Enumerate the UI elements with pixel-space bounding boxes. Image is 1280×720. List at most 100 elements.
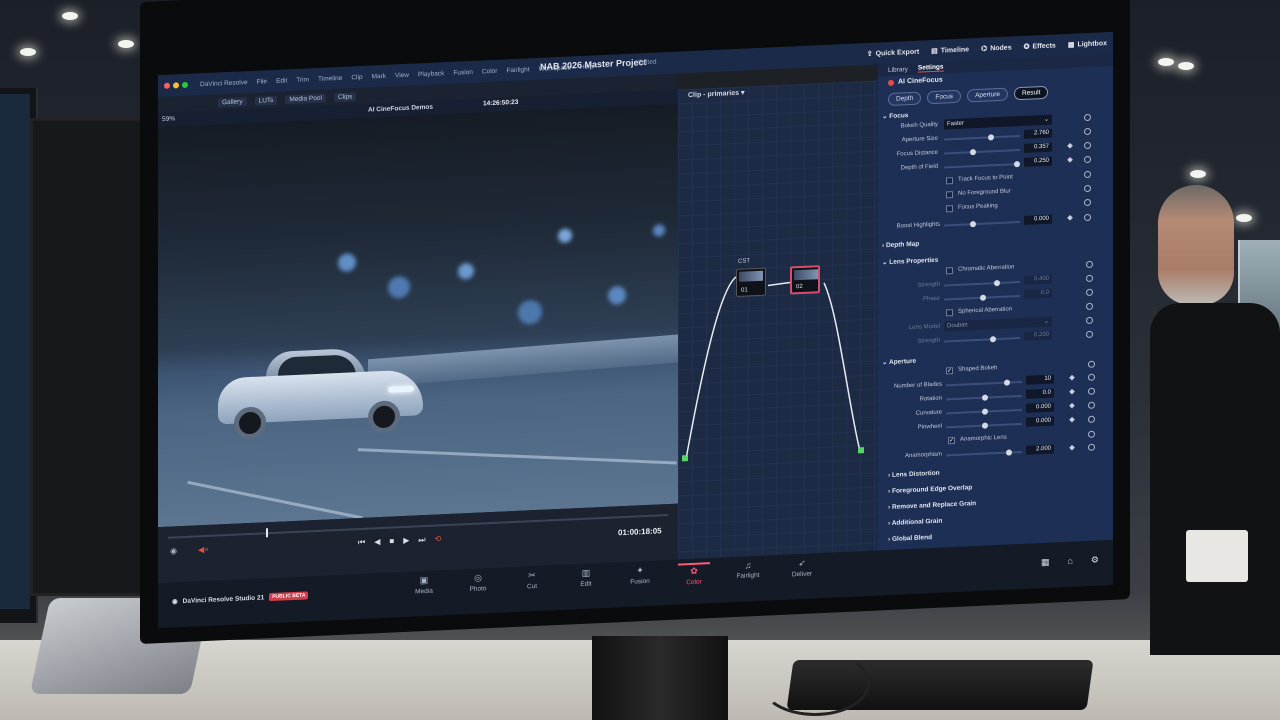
enable-dot-icon[interactable] [888,79,894,86]
clips-button[interactable]: Clips [333,91,357,102]
curvature-value[interactable]: 0.000 [1026,402,1054,413]
menu-item-clip[interactable]: Clip [351,73,362,81]
section-remove-replace-grain[interactable]: › Remove and Replace Grain [888,500,976,511]
play-icon[interactable]: ▶ [403,536,409,546]
keyframe-icon[interactable] [1069,402,1075,409]
page-fusion[interactable]: ✦ Fusion [624,565,656,589]
track-focus-checkbox[interactable] [946,177,953,185]
page-color[interactable]: ✿ Color [678,562,710,587]
gear-icon[interactable]: ⚙ [1091,554,1099,565]
section-global-blend[interactable]: › Global Blend [888,534,932,543]
project-manager-icon[interactable]: ▦ [1041,557,1050,568]
boost-highlights-slider[interactable] [944,221,1020,228]
rotation-value[interactable]: 0.0 [1026,388,1054,399]
focus-distance-slider[interactable] [944,149,1020,156]
menu-item-edit[interactable]: Edit [276,77,287,85]
minimize-window-button[interactable] [173,82,179,89]
luts-button[interactable]: LUTs [254,95,278,106]
menu-item-fusion[interactable]: Fusion [453,68,473,76]
reset-icon[interactable] [1086,302,1093,311]
go-to-end-icon[interactable]: ⏭ [418,535,425,545]
focus-peaking-checkbox[interactable] [946,205,953,213]
home-icon[interactable]: ⌂ [1067,556,1072,567]
keyframe-icon[interactable] [1069,416,1075,423]
reset-icon[interactable] [1084,141,1091,150]
result-button[interactable]: Result [1014,85,1049,101]
audio-icon[interactable]: ◉ [170,546,177,555]
media-pool-button[interactable]: Media Pool [285,93,326,104]
clip-name[interactable]: AI CineFocus Demos [368,104,433,114]
page-photo[interactable]: ◎ Photo [462,572,494,596]
reset-icon[interactable] [1086,316,1093,325]
menu-item-playback[interactable]: Playback [418,70,444,78]
quick-export-button[interactable]: ⇪ Quick Export [867,48,919,58]
sa-strength-value[interactable]: 0.200 [1024,330,1052,341]
close-window-button[interactable] [164,82,170,89]
menu-item-color[interactable]: Color [482,67,498,75]
bokeh-quality-select[interactable]: Faster ⌄ [944,114,1052,130]
menu-item-view[interactable]: View [395,71,409,79]
section-foreground-edge-overlap[interactable]: › Foreground Edge Overlap [888,484,972,495]
reset-icon[interactable] [1086,288,1093,297]
keyframe-icon[interactable] [1067,142,1073,149]
section-focus[interactable]: ⌄ Focus [882,111,908,120]
tab-lightbox[interactable]: ▦ Lightbox [1068,39,1107,49]
tab-settings[interactable]: Settings [917,63,944,73]
number-of-blades-slider[interactable] [946,379,1022,387]
reset-icon[interactable] [1086,260,1093,269]
page-media[interactable]: ▣ Media [408,574,440,598]
keyframe-icon[interactable] [1067,156,1073,163]
depth-button[interactable]: Depth [888,91,922,107]
section-lens-distortion[interactable]: › Lens Distortion [888,470,940,479]
anamorphism-slider[interactable] [946,449,1022,457]
focus-distance-value[interactable]: 0.357 [1024,142,1052,153]
ca-strength-value[interactable]: 0.400 [1024,274,1052,285]
menu-item-file[interactable]: File [257,78,267,85]
tab-library[interactable]: Library [888,66,908,74]
curvature-slider[interactable] [946,408,1022,415]
tab-nodes[interactable]: ⌬ Nodes [981,43,1012,53]
depth-of-field-slider[interactable] [944,161,1020,169]
reset-icon[interactable] [1084,184,1091,193]
number-of-blades-value[interactable]: 10 [1026,374,1054,385]
section-depth-map[interactable]: › Depth Map [882,241,919,250]
pinwheel-value[interactable]: 0.000 [1026,416,1054,427]
reverse-icon[interactable]: ◀ [374,537,380,547]
ca-phase-value[interactable]: 0.0 [1024,288,1052,299]
section-additional-grain[interactable]: › Additional Grain [888,518,942,527]
tab-effects[interactable]: ✪ Effects [1024,41,1056,51]
reset-icon[interactable] [1086,274,1093,283]
gallery-button[interactable]: Gallery [218,96,247,107]
node-01[interactable]: 01 [736,267,766,297]
stop-icon[interactable]: ■ [389,536,394,546]
keyframe-icon[interactable] [1069,374,1075,381]
depth-of-field-value[interactable]: 0.250 [1024,156,1052,167]
ca-strength-slider[interactable] [944,279,1020,287]
keyframe-icon[interactable] [1069,444,1075,451]
node-02[interactable]: 02 [790,265,820,295]
menu-item-trim[interactable]: Trim [296,76,309,84]
aperture-size-value[interactable]: 2.760 [1024,128,1052,139]
reset-icon[interactable] [1084,155,1091,164]
reset-icon[interactable] [1084,198,1091,207]
reset-icon[interactable] [1084,127,1091,136]
page-deliver[interactable]: ➶ Deliver [786,557,818,581]
rotation-slider[interactable] [946,394,1022,401]
zoom-window-button[interactable] [182,81,188,89]
reset-icon[interactable] [1088,360,1095,368]
shaped-bokeh-checkbox[interactable]: ✓ [946,367,953,375]
node-editor[interactable]: Clip - primaries ▾ CST 01 02 [678,80,878,560]
mute-icon[interactable]: ◀× [198,545,209,554]
zoom-level[interactable]: 59% [162,115,175,123]
reset-icon[interactable] [1084,213,1091,222]
reset-icon[interactable] [1088,401,1095,409]
playhead[interactable] [266,528,268,538]
keyframe-icon[interactable] [1067,214,1073,221]
focus-button[interactable]: Focus [927,89,962,105]
reset-icon[interactable] [1088,373,1095,381]
aperture-size-slider[interactable] [944,134,1020,141]
menu-item-timeline[interactable]: Timeline [318,74,342,82]
pinwheel-slider[interactable] [946,422,1022,429]
tab-timeline[interactable]: ▤ Timeline [931,45,969,55]
page-edit[interactable]: ▥ Edit [570,567,602,591]
